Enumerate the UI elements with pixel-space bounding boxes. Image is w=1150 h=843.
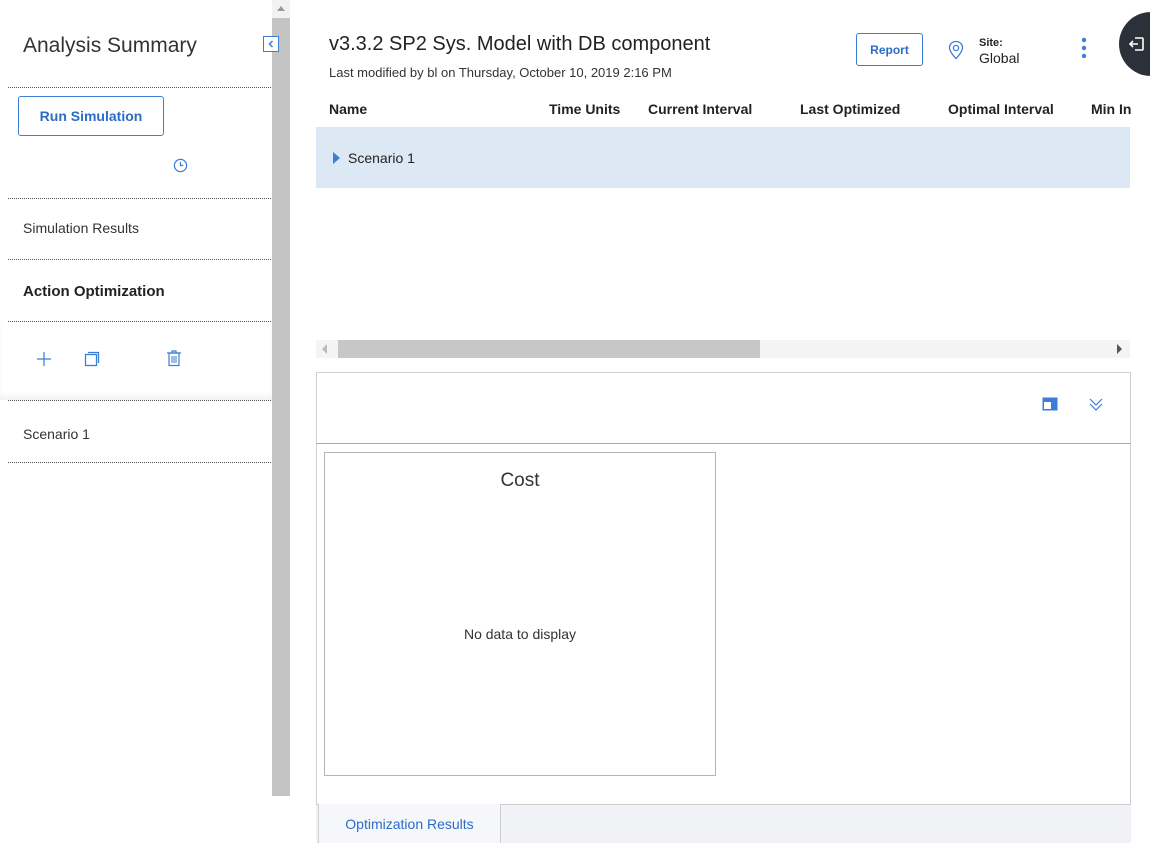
column-header-optimal-interval[interactable]: Optimal Interval — [948, 101, 1054, 117]
site-value[interactable]: Global — [979, 50, 1019, 66]
column-header-current-interval[interactable]: Current Interval — [648, 101, 752, 117]
site-label: Site: — [979, 37, 1003, 49]
side-panel-toggle[interactable] — [1119, 12, 1150, 76]
no-data-message: No data to display — [463, 626, 577, 642]
chart-title: Cost — [500, 470, 540, 491]
sidebar: Analysis Summary Run Simulation Simulati… — [0, 0, 272, 843]
scroll-right-arrow-icon[interactable] — [1117, 344, 1122, 354]
tab-optimization-results[interactable]: Optimization Results — [318, 804, 501, 843]
cost-chart-card — [324, 452, 716, 776]
sidebar-item-scenario-1[interactable]: Scenario 1 — [23, 426, 90, 442]
horizontal-scroll-thumb[interactable] — [338, 340, 760, 358]
run-simulation-button[interactable]: Run Simulation — [18, 96, 164, 136]
results-panel-header — [316, 372, 1131, 444]
column-header-min-interval[interactable]: Min In — [1091, 101, 1131, 117]
add-icon[interactable] — [36, 350, 52, 368]
grid-header: Name Time Units Current Interval Last Op… — [316, 96, 1131, 128]
column-header-last-optimized[interactable]: Last Optimized — [800, 101, 900, 117]
divider — [8, 400, 271, 401]
double-chevron-down-icon[interactable] — [1088, 396, 1104, 412]
trash-icon[interactable] — [166, 349, 182, 367]
expand-caret-icon[interactable] — [333, 152, 340, 164]
last-modified-text: Last modified by bl on Thursday, October… — [329, 65, 672, 80]
divider — [8, 87, 271, 88]
column-header-name[interactable]: Name — [329, 101, 367, 117]
vertical-scrollbar[interactable] — [272, 0, 290, 796]
chevron-left-icon — [268, 40, 274, 48]
more-options-icon[interactable] — [1081, 37, 1087, 59]
divider — [8, 259, 271, 260]
divider — [8, 198, 271, 199]
exit-icon — [1128, 37, 1144, 51]
copy-icon[interactable] — [84, 350, 100, 368]
page-title: v3.3.2 SP2 Sys. Model with DB component — [329, 33, 711, 55]
row-name-cell: Scenario 1 — [348, 150, 415, 166]
sidebar-title: Analysis Summary — [23, 34, 197, 57]
report-button[interactable]: Report — [856, 33, 923, 66]
column-header-time-units[interactable]: Time Units — [549, 101, 620, 117]
sidebar-item-simulation-results[interactable]: Simulation Results — [23, 220, 139, 236]
scroll-left-arrow-icon[interactable] — [322, 344, 327, 354]
divider — [8, 462, 271, 463]
scroll-up-arrow[interactable] — [272, 0, 290, 18]
history-icon[interactable] — [173, 158, 188, 173]
maximize-panel-icon[interactable] — [1042, 397, 1058, 411]
table-row[interactable] — [316, 128, 1130, 188]
sidebar-item-action-optimization[interactable]: Action Optimization — [23, 283, 165, 300]
chevron-up-icon — [277, 6, 285, 11]
location-pin-icon — [948, 40, 964, 60]
collapse-sidebar-button[interactable] — [263, 36, 279, 52]
